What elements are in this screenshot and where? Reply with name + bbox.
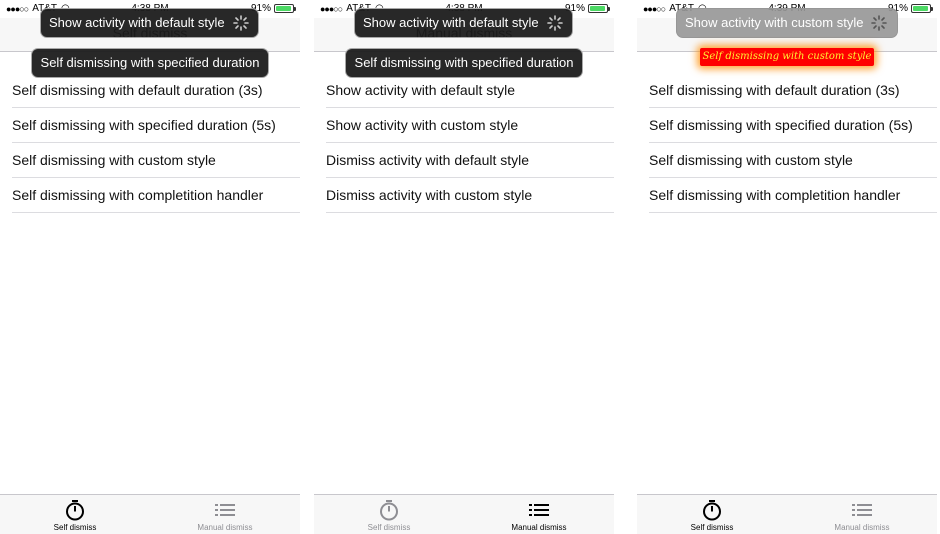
tab-label: Self dismiss	[367, 523, 411, 532]
list-item[interactable]: Show activity with default style	[326, 73, 614, 108]
toast-text: Show activity with default style	[49, 15, 225, 30]
toast-text: Self dismissing with specified duration	[40, 55, 260, 70]
list-item[interactable]: Show activity with custom style	[326, 108, 614, 143]
toast-text: Self dismissing with specified duration	[354, 55, 574, 70]
tab-label: Self dismiss	[53, 523, 97, 532]
list-item[interactable]: Dismiss activity with custom style	[326, 178, 614, 213]
options-list: Self dismissing with default duration (3…	[12, 73, 300, 213]
custom-style-toast: Self dismissing with custom style	[700, 48, 874, 66]
activity-toast: Show activity with default style	[354, 8, 573, 38]
toast-text: Show activity with default style	[363, 15, 539, 30]
list-item[interactable]: Self dismissing with default duration (3…	[12, 73, 300, 108]
list-item[interactable]: Self dismissing with default duration (3…	[649, 73, 937, 108]
toast-text: Self dismissing with custom style	[702, 51, 872, 62]
activity-toast: Show activity with default style	[40, 8, 259, 38]
list-icon	[529, 504, 549, 516]
options-list: Show activity with default style Show ac…	[326, 73, 614, 213]
stopwatch-icon	[703, 500, 721, 521]
stopwatch-icon	[66, 500, 84, 521]
tab-self-dismiss[interactable]: Self dismiss	[0, 495, 150, 534]
list-icon	[215, 504, 235, 516]
screen-self-dismiss-custom: ●●●○○ AT&T ◠ 4:39 PM 91% Self dismissing…	[637, 0, 937, 534]
battery-icon	[274, 4, 296, 13]
activity-toast: Show activity with custom style	[676, 8, 898, 38]
tab-self-dismiss[interactable]: Self dismiss	[314, 495, 464, 534]
tab-label: Manual dismiss	[834, 523, 890, 532]
tab-label: Manual dismiss	[511, 523, 567, 532]
toast-text: Show activity with custom style	[685, 15, 864, 30]
tab-label: Manual dismiss	[197, 523, 253, 532]
tab-bar: Self dismiss Manual dismiss	[314, 494, 614, 534]
list-icon	[852, 504, 872, 516]
duration-toast: Self dismissing with specified duration	[345, 48, 583, 78]
duration-toast: Self dismissing with specified duration	[31, 48, 269, 78]
tab-manual-dismiss[interactable]: Manual dismiss	[464, 495, 614, 534]
spinner-icon	[546, 15, 563, 31]
tab-manual-dismiss[interactable]: Manual dismiss	[150, 495, 300, 534]
battery-icon	[911, 4, 933, 13]
tab-bar: Self dismiss Manual dismiss	[0, 494, 300, 534]
list-item[interactable]: Dismiss activity with default style	[326, 143, 614, 178]
tab-manual-dismiss[interactable]: Manual dismiss	[787, 495, 937, 534]
options-list: Self dismissing with default duration (3…	[649, 73, 937, 213]
list-item[interactable]: Self dismissing with custom style	[12, 143, 300, 178]
list-item[interactable]: Self dismissing with specified duration …	[649, 108, 937, 143]
tab-bar: Self dismiss Manual dismiss	[637, 494, 937, 534]
list-item[interactable]: Self dismissing with custom style	[649, 143, 937, 178]
list-item[interactable]: Self dismissing with completition handle…	[649, 178, 937, 213]
spinner-icon	[871, 15, 888, 31]
spinner-icon	[232, 15, 249, 31]
list-item[interactable]: Self dismissing with completition handle…	[12, 178, 300, 213]
battery-icon	[588, 4, 610, 13]
screen-self-dismiss: ●●●○○ AT&T ◠ 4:38 PM 91% Self dismiss Se…	[0, 0, 300, 534]
tab-label: Self dismiss	[690, 523, 734, 532]
list-item[interactable]: Self dismissing with specified duration …	[12, 108, 300, 143]
tab-self-dismiss[interactable]: Self dismiss	[637, 495, 787, 534]
stopwatch-icon	[380, 500, 398, 521]
screen-manual-dismiss: ●●●○○ AT&T ◠ 4:38 PM 91% Manual dismiss …	[314, 0, 614, 534]
